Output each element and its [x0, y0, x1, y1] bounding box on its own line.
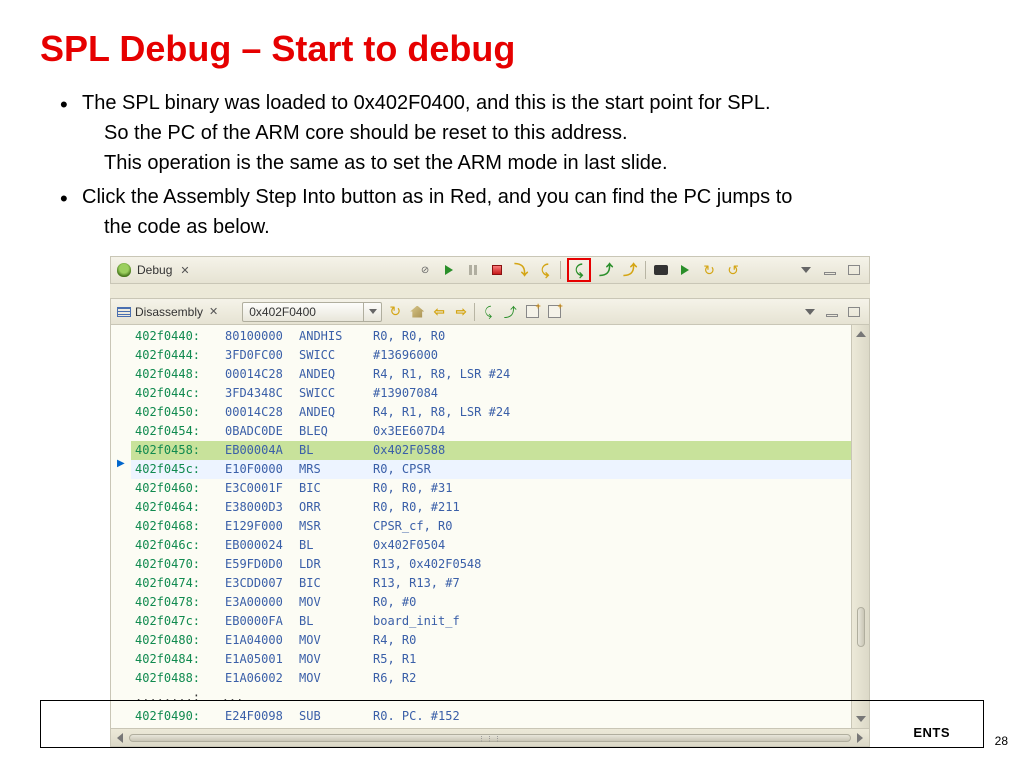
disasm-line[interactable]: 402f0464:E38000D3ORRR0, R0, #211: [131, 498, 851, 517]
assembly-step-into-button[interactable]: ⤹: [570, 261, 588, 279]
skip-breakpoints-icon[interactable]: ⊘: [416, 261, 434, 279]
cycle-icon[interactable]: ↺: [724, 261, 742, 279]
disasm-line[interactable]: 402f0474:E3CDD007BICR13, R13, #7: [131, 574, 851, 593]
chip-icon[interactable]: [652, 261, 670, 279]
scroll-track[interactable]: ⋮⋮⋮: [129, 734, 851, 742]
vertical-scrollbar[interactable]: [851, 325, 869, 728]
bullet-1: The SPL binary was loaded to 0x402F0400,…: [60, 88, 984, 178]
close-icon[interactable]: ✕: [209, 305, 218, 318]
disasm-line[interactable]: 402f0444:3FD0FC00SWICC#13696000: [131, 346, 851, 365]
maximize-icon[interactable]: [845, 261, 863, 279]
disasm-line[interactable]: 402f045c:E10F0000MRSR0, CPSR: [131, 460, 851, 479]
disasm-line[interactable]: 402f046c:EB000024BL0x402F0504: [131, 536, 851, 555]
debug-tab-label[interactable]: Debug: [137, 263, 172, 277]
address-dropdown-icon[interactable]: [363, 303, 381, 321]
assembly-step-over-button[interactable]: ⤴: [597, 261, 615, 279]
suspend-button[interactable]: [464, 261, 482, 279]
bullet-2: Click the Assembly Step Into button as i…: [60, 182, 984, 242]
disasm-line[interactable]: 402f0458:EB00004ABL0x402F0588: [131, 441, 851, 460]
disasm-line[interactable]: 402f0448:00014C28ANDEQR4, R1, R8, LSR #2…: [131, 365, 851, 384]
maximize-icon[interactable]: [845, 303, 863, 321]
step-over-button[interactable]: ⤵: [512, 261, 530, 279]
refresh-icon[interactable]: ↻: [386, 303, 404, 321]
slide-bullets: The SPL binary was loaded to 0x402F0400,…: [60, 88, 984, 242]
step-into-icon[interactable]: ⤹: [479, 303, 497, 321]
minimize-icon[interactable]: [821, 261, 839, 279]
page-number: 28: [995, 734, 1008, 748]
disasm-line[interactable]: 402f047c:EB0000FABLboard_init_f: [131, 612, 851, 631]
code-body[interactable]: 402f0440:80100000ANDHISR0, R0, R0402f044…: [131, 325, 851, 728]
terminate-button[interactable]: [488, 261, 506, 279]
assembly-step-into-highlight: ⤹: [567, 258, 591, 282]
disassembly-tab-label[interactable]: Disassembly: [135, 305, 203, 319]
disassembly-code-area[interactable]: ▶ 402f0440:80100000ANDHISR0, R0, R0402f0…: [111, 325, 869, 728]
step-over-icon[interactable]: ⤴: [501, 303, 519, 321]
current-line-pointer-icon: ▶: [111, 325, 131, 469]
disasm-line[interactable]: 402f0488:E1A06002MOVR6, R2: [131, 669, 851, 688]
view-menu-icon[interactable]: [801, 303, 819, 321]
scroll-left-icon[interactable]: [117, 733, 123, 743]
disassembly-header: Disassembly ✕ ↻ ⇦ ⇨ ⤹ ⤴: [111, 299, 869, 325]
disasm-line[interactable]: 402f0454:0BADC0DEBLEQ0x3EE607D4: [131, 422, 851, 441]
view-menu-icon[interactable]: [797, 261, 815, 279]
disasm-line[interactable]: 402f0450:00014C28ANDEQR4, R1, R8, LSR #2…: [131, 403, 851, 422]
scroll-down-icon[interactable]: [856, 716, 866, 722]
horizontal-scrollbar[interactable]: ⋮⋮⋮: [111, 728, 869, 746]
home-icon[interactable]: [408, 303, 426, 321]
disassembly-panel: Disassembly ✕ ↻ ⇦ ⇨ ⤹ ⤴: [110, 298, 870, 747]
slide-title: SPL Debug – Start to debug: [40, 28, 984, 70]
new-view-icon[interactable]: [545, 303, 563, 321]
nav-back-icon[interactable]: ⇦: [430, 303, 448, 321]
gutter: ▶: [111, 325, 131, 728]
bug-icon: [117, 263, 131, 277]
step-return-button[interactable]: ⤴: [621, 261, 639, 279]
address-input[interactable]: [243, 303, 363, 321]
disasm-line[interactable]: 402f0490:E24F0098SUBR0. PC. #152: [131, 707, 851, 726]
new-view-icon[interactable]: [523, 303, 541, 321]
disasm-line[interactable]: 402f0484:E1A05001MOVR5, R1: [131, 650, 851, 669]
debug-toolbar: Debug ✕ ⊘ ⤵ ⤹ ⤹ ⤴ ⤴ ↻ ↺: [110, 256, 870, 284]
scroll-up-icon[interactable]: [856, 331, 866, 337]
disasm-line[interactable]: 402f0440:80100000ANDHISR0, R0, R0: [131, 327, 851, 346]
separator: [645, 261, 646, 279]
separator: [560, 261, 561, 279]
restart-button[interactable]: [676, 261, 694, 279]
disasm-ellipsis: ........: ...: [131, 688, 851, 707]
disasm-line[interactable]: 402f0460:E3C0001FBICR0, R0, #31: [131, 479, 851, 498]
brand-text-fragment: ENTS: [913, 725, 950, 740]
disasm-line[interactable]: 402f044c:3FD4348CSWICC#13907084: [131, 384, 851, 403]
separator: [474, 303, 475, 321]
disasm-line[interactable]: 402f0478:E3A00000MOVR0, #0: [131, 593, 851, 612]
step-into-button[interactable]: ⤹: [536, 261, 554, 279]
disassembly-icon: [117, 307, 131, 317]
close-icon[interactable]: ✕: [180, 264, 189, 277]
disasm-line[interactable]: 402f0480:E1A04000MOVR4, R0: [131, 631, 851, 650]
disasm-line[interactable]: 402f0468:E129F000MSRCPSR_cf, R0: [131, 517, 851, 536]
ide-screenshot: Debug ✕ ⊘ ⤵ ⤹ ⤹ ⤴ ⤴ ↻ ↺: [110, 256, 870, 747]
refresh-icon[interactable]: ↻: [700, 261, 718, 279]
resume-button[interactable]: [440, 261, 458, 279]
nav-forward-icon[interactable]: ⇨: [452, 303, 470, 321]
scroll-thumb[interactable]: [857, 607, 865, 647]
scroll-right-icon[interactable]: [857, 733, 863, 743]
minimize-icon[interactable]: [823, 303, 841, 321]
address-field[interactable]: [242, 302, 382, 322]
disasm-line[interactable]: 402f0470:E59FD0D0LDRR13, 0x402F0548: [131, 555, 851, 574]
